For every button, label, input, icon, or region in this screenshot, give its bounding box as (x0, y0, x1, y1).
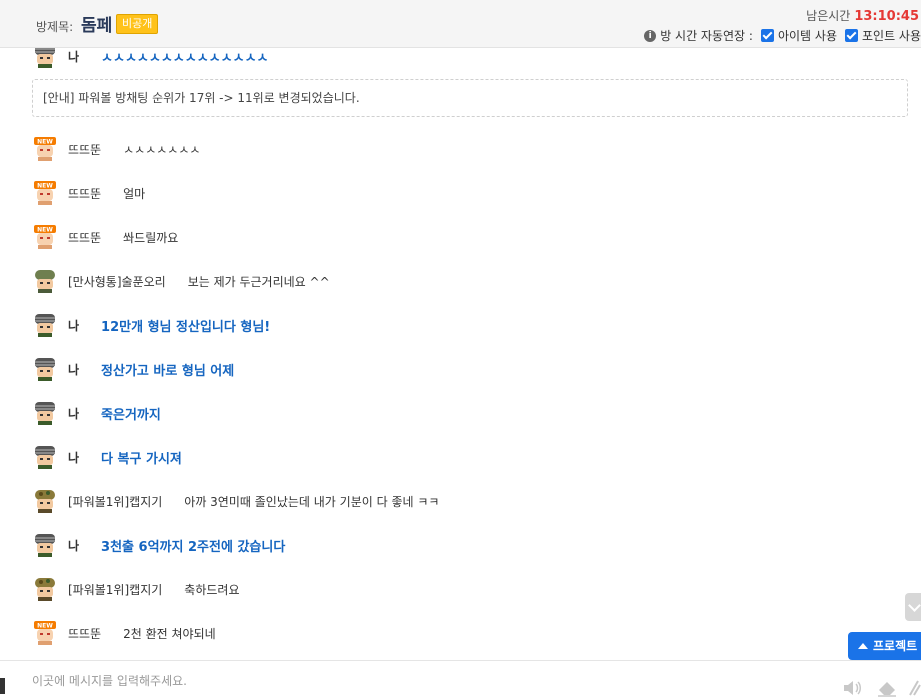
helmet-avatar[interactable] (32, 533, 58, 557)
chat-message: 나 12만개 형님 정산입니다 형님! (32, 313, 270, 337)
message-text: 다 복구 가시져 (101, 451, 182, 467)
helmet-avatar[interactable] (32, 48, 58, 68)
chat-message: 나 ㅅㅅㅅㅅㅅㅅㅅㅅㅅㅅㅅㅅㅅㅅ (32, 48, 269, 68)
message-nickname[interactable]: 나 (68, 361, 79, 378)
helmet-avatar[interactable] (32, 357, 58, 381)
chat-message: 나 죽은거까지 (32, 401, 161, 425)
chat-message: NEW 뜨뜨뚠 ㅅㅅㅅㅅㅅㅅㅅ (32, 137, 200, 161)
message-nickname[interactable]: 나 (68, 48, 79, 65)
svg-text:NEW: NEW (37, 623, 53, 630)
room-title: 돔페 (81, 16, 113, 36)
svg-text:NEW: NEW (37, 183, 53, 190)
message-text: 12만개 형님 정산입니다 형님! (101, 319, 271, 335)
message-input[interactable] (22, 669, 802, 693)
soldier-avatar[interactable] (32, 269, 58, 293)
message-nickname[interactable]: 나 (68, 317, 79, 334)
svg-text:NEW: NEW (37, 139, 53, 146)
message-nickname[interactable]: 뜨뜨뚠 (68, 229, 101, 246)
point-use-label[interactable]: 포인트 사용 (862, 27, 921, 44)
message-text: 얼마 (123, 186, 146, 201)
helmet-avatar[interactable] (32, 445, 58, 469)
settings-icon[interactable] (908, 679, 921, 697)
eraser-icon[interactable] (876, 679, 898, 697)
helmet-avatar[interactable] (32, 401, 58, 425)
message-nickname[interactable]: [만사형통]술푼오리 (68, 273, 166, 290)
new-user-avatar[interactable]: NEW (32, 137, 58, 161)
point-use-checkbox[interactable] (844, 29, 858, 42)
project-button[interactable]: 프로젝트 (848, 632, 921, 660)
speaker-icon[interactable] (842, 680, 862, 696)
room-label: 방제목: (36, 20, 74, 34)
message-text: ㅅㅅㅅㅅㅅㅅㅅ (123, 142, 201, 157)
message-nickname[interactable]: 뜨뜨뚠 (68, 185, 101, 202)
helmet-avatar[interactable] (32, 313, 58, 337)
message-text: 정산가고 바로 형님 어제 (101, 363, 235, 379)
scroll-down-button[interactable] (905, 593, 921, 621)
chat-message: [파워볼1위]캡지기 축하드려요 (32, 577, 239, 601)
room-header: 방제목: 돔페 비공개 남은시간 13:10:45 i 방 시간 자동연장 : 아… (0, 0, 921, 48)
message-input-bar (0, 660, 921, 698)
chat-message: NEW 뜨뜨뚠 얼마 (32, 181, 145, 205)
chat-message: 나 정산가고 바로 형님 어제 (32, 357, 234, 381)
system-notice: [안내] 파워볼 방채팅 순위가 17위 -> 11위로 변경되었습니다. (32, 79, 908, 117)
chat-message: 나 3천출 6억까지 2주전에 갔습니다 (32, 533, 285, 557)
chat-message: [파워볼1위]캡지기 아까 3연미때 졸인났는데 내가 기분이 다 좋네 ㅋㅋ (32, 489, 439, 513)
message-nickname[interactable]: 뜨뜨뚠 (68, 141, 101, 158)
chat-message: NEW 뜨뜨뚠 쏴드릴까요 (32, 225, 178, 249)
window-edge (0, 678, 5, 694)
chat-message: [만사형통]술푼오리 보는 제가 두근거리네요 ^^ (32, 269, 330, 293)
message-text: 축하드려요 (184, 582, 240, 597)
new-user-avatar[interactable]: NEW (32, 621, 58, 645)
project-button-label: 프로젝트 (873, 639, 918, 653)
message-nickname[interactable]: [파워볼1위]캡지기 (68, 493, 162, 510)
room-options: i 방 시간 자동연장 : 아이템 사용 포인트 사용 (644, 27, 921, 44)
svg-text:NEW: NEW (37, 227, 53, 234)
message-text: 쏴드릴까요 (123, 230, 179, 245)
chat-log[interactable]: [안내] 파워볼 방채팅 순위가 17위 -> 11위로 변경되었습니다. 나 ㅅ… (0, 48, 921, 660)
message-text: 아까 3연미때 졸인났는데 내가 기분이 다 좋네 ㅋㅋ (184, 494, 440, 509)
timer-label: 남은시간 (806, 9, 851, 23)
timer-value: 13:10:45 (854, 9, 919, 24)
item-use-checkbox[interactable] (760, 29, 774, 42)
item-use-label[interactable]: 아이템 사용 (778, 27, 837, 44)
message-text: 죽은거까지 (101, 407, 161, 423)
new-user-avatar[interactable]: NEW (32, 181, 58, 205)
chat-message: NEW 뜨뜨뚠 2천 환전 쳐야되네 (32, 621, 216, 645)
message-text: ㅅㅅㅅㅅㅅㅅㅅㅅㅅㅅㅅㅅㅅㅅ (101, 50, 269, 66)
message-text: 3천출 6억까지 2주전에 갔습니다 (101, 539, 286, 555)
message-text: 2천 환전 쳐야되네 (123, 626, 216, 641)
message-nickname[interactable]: 나 (68, 449, 79, 466)
camo-avatar[interactable] (32, 489, 58, 513)
remaining-time: 남은시간 13:10:45 (806, 7, 919, 24)
chat-message: 나 다 복구 가시져 (32, 445, 182, 469)
message-nickname[interactable]: 뜨뜨뚠 (68, 625, 101, 642)
auto-extend-label: 방 시간 자동연장 : (660, 29, 753, 43)
message-nickname[interactable]: 나 (68, 537, 79, 554)
arrow-up-icon (858, 643, 868, 649)
message-nickname[interactable]: 나 (68, 405, 79, 422)
private-badge: 비공개 (116, 14, 159, 34)
camo-avatar[interactable] (32, 577, 58, 601)
message-nickname[interactable]: [파워볼1위]캡지기 (68, 581, 162, 598)
info-icon[interactable]: i (644, 29, 657, 42)
message-text: 보는 제가 두근거리네요 ^^ (187, 274, 330, 289)
new-user-avatar[interactable]: NEW (32, 225, 58, 249)
